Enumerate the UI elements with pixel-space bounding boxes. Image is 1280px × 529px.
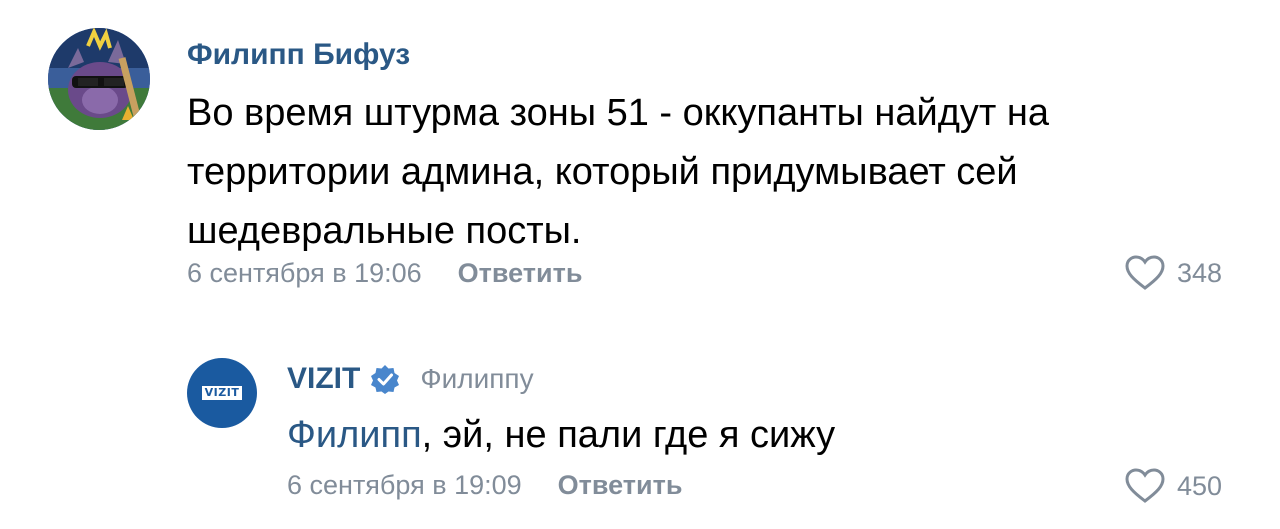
like-button[interactable]: 348 (1125, 255, 1222, 291)
like-count: 450 (1177, 470, 1223, 501)
like-button[interactable]: 450 (1125, 468, 1222, 504)
comment-text-body: , эй, не пали где я сижу (421, 414, 836, 456)
comment-meta: 6 сентября в 19:09 Ответить (287, 470, 682, 501)
comment: Филипп Бифуз Во время штурма зоны 51 - о… (0, 0, 1280, 310)
comment-timestamp[interactable]: 6 сентября в 19:06 (187, 258, 422, 289)
mention-link[interactable]: Филипп (287, 414, 422, 456)
heart-outline-icon (1125, 468, 1165, 503)
comments-thread: Филипп Бифуз Во время штурма зоны 51 - о… (0, 0, 1280, 529)
comment-author[interactable]: Филипп Бифуз (187, 38, 410, 72)
avatar[interactable]: VIZIT (187, 358, 257, 428)
comment-timestamp[interactable]: 6 сентября в 19:09 (287, 470, 522, 501)
comment-header: VIZIT Филиппу (287, 362, 534, 396)
reply-to-user[interactable]: Филиппу (420, 363, 533, 395)
heart-outline-icon (1125, 255, 1165, 290)
comment-author[interactable]: VIZIT (287, 362, 360, 396)
comment-reply: VIZIT VIZIT Филиппу Филипп, эй, не пали … (0, 340, 1280, 529)
reply-button[interactable]: Ответить (458, 258, 583, 289)
comment-meta: 6 сентября в 19:06 Ответить (187, 258, 582, 289)
reply-button[interactable]: Ответить (558, 470, 683, 501)
like-count: 348 (1177, 257, 1223, 288)
cartoon-dragon-avatar-icon (48, 28, 150, 130)
verified-checkmark-icon (371, 365, 400, 394)
comment-text: Во время штурма зоны 51 - оккупанты найд… (187, 92, 1049, 252)
vizit-logo: VIZIT (201, 386, 243, 400)
comment-text: Филипп, эй, не пали где я сижу (287, 410, 835, 460)
avatar[interactable] (48, 28, 150, 130)
